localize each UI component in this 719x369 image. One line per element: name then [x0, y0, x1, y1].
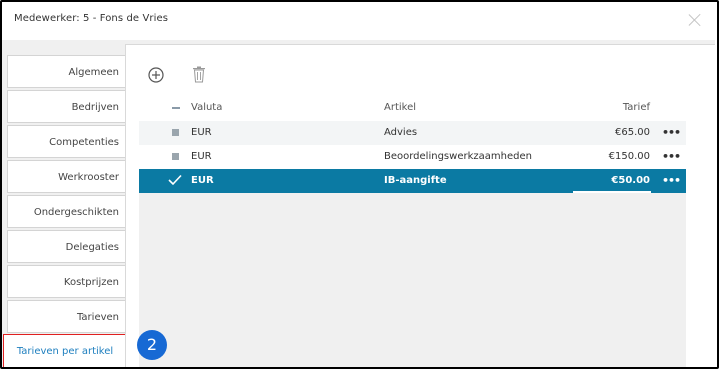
- column-header-tarief[interactable]: Tarief: [623, 102, 650, 113]
- plus-circle-icon[interactable]: [148, 67, 164, 83]
- sidebar-item-label: Competenties: [49, 137, 119, 148]
- sidebar: Algemeen Bedrijven Competenties Werkroos…: [3, 55, 127, 369]
- sidebar-item-label: Algemeen: [68, 67, 119, 78]
- content-panel: Valuta Artikel Tarief EUR Advies €65.00 …: [125, 44, 715, 368]
- rate-input-underline: [573, 191, 651, 193]
- dialog-title: Medewerker: 5 - Fons de Vries: [14, 13, 169, 24]
- dialog-body: Algemeen Bedrijven Competenties Werkroos…: [2, 40, 715, 369]
- close-icon[interactable]: [687, 12, 703, 28]
- row-currency: EUR: [191, 151, 212, 162]
- dialog-titlebar: Medewerker: 5 - Fons de Vries: [2, 2, 717, 40]
- row-rate-input[interactable]: €50.00: [611, 175, 650, 186]
- more-options-icon[interactable]: •••: [662, 150, 681, 163]
- row-article: IB-aangifte: [384, 175, 447, 186]
- sidebar-item-bedrijven[interactable]: Bedrijven: [7, 90, 125, 123]
- table-row-selected[interactable]: EUR IB-aangifte €50.00 •••: [139, 169, 686, 193]
- trash-icon[interactable]: [192, 66, 206, 83]
- step-badge: 2: [137, 330, 167, 360]
- sidebar-item-label: Ondergeschikten: [33, 207, 119, 218]
- column-header-artikel[interactable]: Artikel: [384, 102, 416, 113]
- table-row[interactable]: EUR Advies €65.00 •••: [139, 121, 686, 145]
- sidebar-item-label: Bedrijven: [71, 102, 119, 113]
- table-header: Valuta Artikel Tarief: [139, 95, 686, 121]
- row-select-icon[interactable]: [172, 153, 179, 160]
- sidebar-item-label: Kostprijzen: [63, 277, 119, 288]
- sidebar-item-tarieven[interactable]: Tarieven: [7, 300, 125, 333]
- row-article: Advies: [384, 127, 418, 138]
- table-row[interactable]: EUR Beoordelingswerkzaamheden €150.00 ••…: [139, 145, 686, 169]
- more-options-icon[interactable]: •••: [662, 174, 681, 187]
- sidebar-item-algemeen[interactable]: Algemeen: [7, 55, 125, 88]
- sidebar-item-label: Werkrooster: [58, 172, 119, 183]
- sidebar-item-kostprijzen[interactable]: Kostprijzen: [7, 265, 125, 298]
- row-article: Beoordelingswerkzaamheden: [384, 151, 532, 162]
- rates-table: Valuta Artikel Tarief EUR Advies €65.00 …: [139, 95, 686, 368]
- sidebar-item-competenties[interactable]: Competenties: [7, 125, 125, 158]
- row-rate: €65.00: [615, 127, 650, 138]
- sidebar-item-label: Tarieven per artikel: [16, 346, 114, 357]
- sidebar-item-tarieven-per-artikel[interactable]: Tarieven per artikel: [3, 334, 127, 369]
- sidebar-item-ondergeschikten[interactable]: Ondergeschikten: [7, 195, 125, 228]
- row-select-icon[interactable]: [172, 129, 179, 136]
- check-icon[interactable]: [168, 174, 182, 186]
- row-rate: €150.00: [608, 151, 650, 162]
- more-options-icon[interactable]: •••: [662, 126, 681, 139]
- sidebar-item-delegaties[interactable]: Delegaties: [7, 230, 125, 263]
- row-currency: EUR: [191, 127, 212, 138]
- column-header-valuta[interactable]: Valuta: [191, 102, 222, 113]
- sidebar-item-werkrooster[interactable]: Werkrooster: [7, 160, 125, 193]
- sidebar-item-label: Tarieven: [76, 312, 119, 323]
- sidebar-item-label: Delegaties: [65, 242, 119, 253]
- select-all-icon[interactable]: [172, 107, 180, 109]
- row-currency: EUR: [191, 175, 214, 186]
